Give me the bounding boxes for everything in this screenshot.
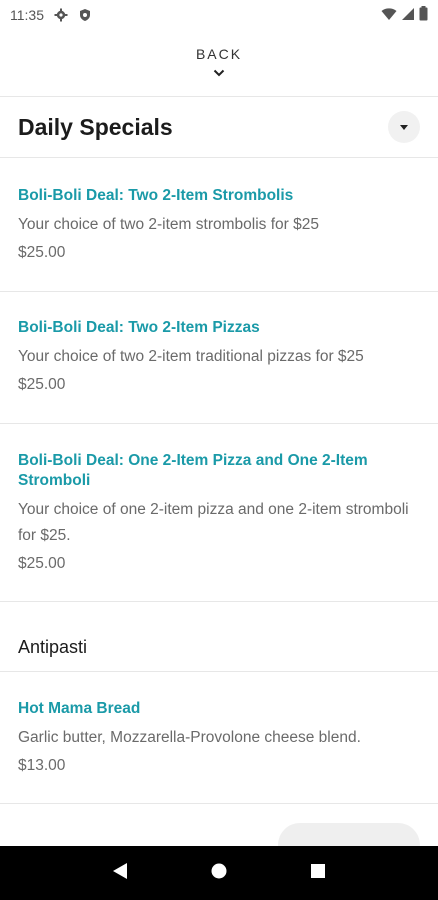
nav-back-button[interactable] (100, 853, 140, 893)
item-price: $25.00 (18, 376, 66, 393)
gear-icon (54, 8, 68, 22)
item-description: Your choice of one 2-item pizza and one … (18, 501, 409, 544)
status-time: 11:35 (10, 7, 44, 23)
menu-item[interactable]: Boli-Boli Deal: Two 2-Item Strombolis Yo… (0, 186, 438, 264)
signal-icon (401, 7, 415, 24)
category-dropdown-button[interactable] (388, 111, 420, 143)
divider (0, 601, 438, 602)
divider (0, 423, 438, 424)
status-right (381, 6, 428, 24)
item-description: Your choice of two 2-item strombolis for… (18, 216, 319, 233)
back-triangle-icon (112, 862, 128, 885)
chevron-down-icon (213, 64, 225, 82)
item-name: Boli-Boli Deal: Two 2-Item Pizzas (18, 319, 260, 336)
menu-item[interactable]: Hot Mama Bread Garlic butter, Mozzarella… (0, 699, 438, 777)
back-label: BACK (195, 46, 243, 62)
section-header: Daily Specials (0, 97, 438, 157)
item-name: Hot Mama Bread (18, 700, 141, 717)
wifi-icon (381, 7, 397, 24)
divider (0, 157, 438, 158)
battery-icon (419, 6, 428, 24)
nav-recents-button[interactable] (298, 853, 338, 893)
item-price: $25.00 (18, 555, 66, 572)
menu-item[interactable]: Boli-Boli Deal: Two 2-Item Pizzas Your c… (0, 318, 438, 396)
item-description: Your choice of two 2-item traditional pi… (18, 348, 364, 365)
system-navigation-bar (0, 846, 438, 900)
home-circle-icon (211, 863, 227, 884)
item-price: $25.00 (18, 244, 66, 261)
shield-icon (78, 8, 92, 22)
item-name: Boli-Boli Deal: One 2-Item Pizza and One… (18, 452, 368, 489)
section-title: Daily Specials (18, 113, 173, 140)
nav-home-button[interactable] (199, 853, 239, 893)
category-label: Antipasti (18, 637, 88, 657)
item-description: Garlic butter, Mozzarella-Provolone chee… (18, 729, 361, 746)
caret-down-icon (400, 118, 408, 136)
divider (0, 291, 438, 292)
divider (0, 671, 438, 672)
divider (0, 803, 438, 804)
recents-square-icon (310, 863, 326, 884)
item-price: $13.00 (18, 757, 66, 774)
item-name: Boli-Boli Deal: Two 2-Item Strombolis (18, 187, 294, 204)
status-left: 11:35 (10, 7, 92, 23)
menu-item[interactable]: Boli-Boli Deal: One 2-Item Pizza and One… (0, 451, 438, 575)
back-button[interactable]: BACK (0, 40, 438, 96)
status-bar: 11:35 (0, 0, 438, 30)
